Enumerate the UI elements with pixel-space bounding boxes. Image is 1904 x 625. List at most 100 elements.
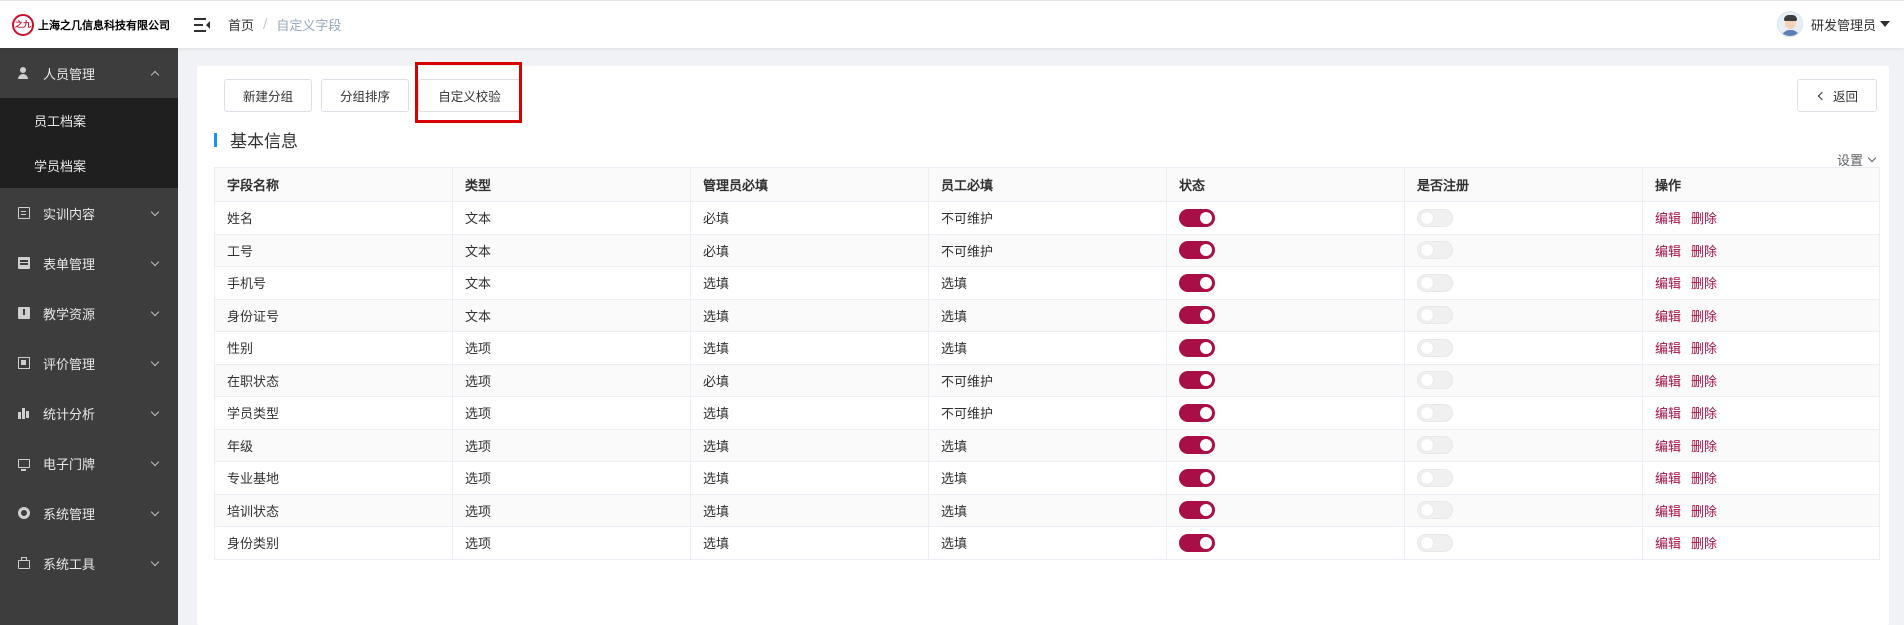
sidebar-item-tools[interactable]: 系统工具 [0, 538, 178, 588]
sidebar-toggle-icon[interactable] [194, 17, 210, 32]
edit-link[interactable]: 编辑 [1655, 212, 1681, 227]
sidebar-item-personnel[interactable]: 人员管理 [0, 48, 178, 98]
delete-link[interactable]: 删除 [1691, 472, 1717, 487]
edit-link[interactable]: 编辑 [1655, 277, 1681, 292]
chevron-down-icon [150, 307, 160, 317]
sidebar-item-evaluation[interactable]: 评价管理 [0, 338, 178, 388]
back-button-label: 返回 [1832, 89, 1858, 104]
delete-link[interactable]: 删除 [1691, 277, 1717, 292]
screen-icon [18, 458, 30, 471]
register-cell [1404, 493, 1643, 527]
register-toggle[interactable] [1417, 338, 1453, 357]
edit-link[interactable]: 编辑 [1655, 407, 1681, 422]
register-toggle[interactable] [1417, 208, 1453, 227]
table-row: 专业基地 选项 选填 选填 编辑 删除 [214, 461, 1880, 495]
user-name[interactable]: 研发管理员 [1811, 15, 1876, 34]
register-toggle[interactable] [1417, 533, 1453, 552]
delete-link[interactable]: 删除 [1691, 407, 1717, 422]
breadcrumb-home[interactable]: 首页 [228, 15, 254, 34]
edit-link[interactable]: 编辑 [1655, 472, 1681, 487]
table-row: 工号 文本 必填 不可维护 编辑 删除 [214, 233, 1880, 267]
register-toggle[interactable] [1417, 273, 1453, 292]
admin-required-cell: 选填 [690, 493, 929, 527]
status-toggle[interactable] [1179, 533, 1215, 552]
edit-link[interactable]: 编辑 [1655, 342, 1681, 357]
delete-link[interactable]: 删除 [1691, 245, 1717, 260]
sidebar-item-resources[interactable]: 教学资源 [0, 288, 178, 338]
table-header-row: 字段名称 类型 管理员必填 员工必填 状态 是否注册 操作 [214, 167, 1880, 202]
staff-required-cell: 选填 [928, 493, 1167, 527]
register-toggle[interactable] [1417, 306, 1453, 325]
company-name: 上海之几信息科技有限公司 [38, 18, 170, 32]
actions-cell: 编辑 删除 [1642, 266, 1880, 300]
register-cell [1404, 461, 1643, 495]
edit-link[interactable]: 编辑 [1655, 310, 1681, 325]
group-sort-button[interactable]: 分组排序 [321, 79, 409, 112]
staff-required-cell: 不可维护 [928, 363, 1167, 397]
status-toggle[interactable] [1179, 468, 1215, 487]
status-toggle[interactable] [1179, 371, 1215, 390]
status-cell [1166, 461, 1405, 495]
edit-link[interactable]: 编辑 [1655, 375, 1681, 390]
status-toggle[interactable] [1179, 273, 1215, 292]
register-cell [1404, 526, 1643, 560]
register-toggle[interactable] [1417, 241, 1453, 260]
status-cell [1166, 493, 1405, 527]
register-toggle[interactable] [1417, 371, 1453, 390]
company-logo[interactable]: 之九 上海之几信息科技有限公司 [0, 13, 178, 36]
sidebar-item-system[interactable]: 系统管理 [0, 488, 178, 538]
edit-link[interactable]: 编辑 [1655, 537, 1681, 552]
status-toggle[interactable] [1179, 241, 1215, 260]
status-toggle[interactable] [1179, 338, 1215, 357]
register-cell [1404, 428, 1643, 462]
delete-link[interactable]: 删除 [1691, 342, 1717, 357]
delete-link[interactable]: 删除 [1691, 310, 1717, 325]
submenu-item-staff-records[interactable]: 员工档案 [0, 98, 178, 143]
delete-link[interactable]: 删除 [1691, 375, 1717, 390]
table-row: 培训状态 选项 选填 选填 编辑 删除 [214, 493, 1880, 527]
fields-table: 字段名称 类型 管理员必填 员工必填 状态 是否注册 操作 姓名 文本 必填 不可维护… [214, 167, 1880, 560]
edit-link[interactable]: 编辑 [1655, 505, 1681, 520]
stats-icon [18, 407, 30, 419]
status-toggle[interactable] [1179, 501, 1215, 520]
table-row: 手机号 文本 选填 选填 编辑 删除 [214, 266, 1880, 300]
back-button[interactable]: 返回 [1797, 79, 1877, 112]
delete-link[interactable]: 删除 [1691, 505, 1717, 520]
field-name-cell: 工号 [214, 233, 453, 267]
caret-down-icon[interactable] [1880, 21, 1890, 27]
edit-link[interactable]: 编辑 [1655, 245, 1681, 260]
table-row: 性别 选项 选填 选填 编辑 删除 [214, 331, 1880, 365]
status-toggle[interactable] [1179, 436, 1215, 455]
status-toggle[interactable] [1179, 208, 1215, 227]
sidebar-item-doorplate[interactable]: 电子门牌 [0, 438, 178, 488]
delete-link[interactable]: 删除 [1691, 440, 1717, 455]
status-cell [1166, 298, 1405, 332]
register-toggle[interactable] [1417, 501, 1453, 520]
sidebar-item-statistics[interactable]: 统计分析 [0, 388, 178, 438]
avatar[interactable] [1776, 11, 1803, 37]
staff-required-cell: 选填 [928, 428, 1167, 462]
delete-link[interactable]: 删除 [1691, 212, 1717, 227]
chevron-down-icon [150, 207, 160, 217]
submenu-item-student-records[interactable]: 学员档案 [0, 143, 178, 188]
register-toggle[interactable] [1417, 468, 1453, 487]
table-row: 年级 选项 选填 选填 编辑 删除 [214, 428, 1880, 462]
status-toggle[interactable] [1179, 306, 1215, 325]
custom-validation-button[interactable]: 自定义校验 [418, 79, 521, 112]
col-header-status: 状态 [1166, 167, 1405, 202]
field-type-cell: 文本 [452, 298, 691, 332]
delete-link[interactable]: 删除 [1691, 537, 1717, 552]
sidebar-item-forms[interactable]: 表单管理 [0, 238, 178, 288]
register-toggle[interactable] [1417, 436, 1453, 455]
table-row: 学员类型 选项 选填 不可维护 编辑 删除 [214, 396, 1880, 430]
new-group-button[interactable]: 新建分组 [224, 79, 312, 112]
field-name-cell: 手机号 [214, 266, 453, 300]
register-toggle[interactable] [1417, 403, 1453, 422]
sidebar-item-training[interactable]: 实训内容 [0, 188, 178, 238]
breadcrumb: 首页 / 自定义字段 [228, 15, 341, 34]
chevron-down-icon [150, 357, 160, 367]
edit-link[interactable]: 编辑 [1655, 440, 1681, 455]
user-menu[interactable]: 研发管理员 [1776, 11, 1890, 37]
status-toggle[interactable] [1179, 403, 1215, 422]
field-type-cell: 文本 [452, 201, 691, 235]
